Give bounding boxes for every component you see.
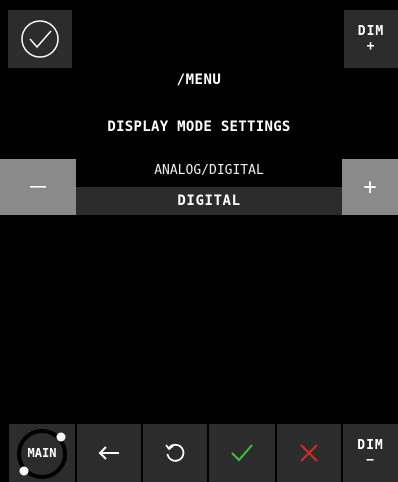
- confirm-button[interactable]: [8, 10, 72, 68]
- back-button[interactable]: [77, 424, 141, 482]
- setting-value: DIGITAL: [76, 187, 342, 215]
- setting-value-text: DIGITAL: [177, 193, 241, 209]
- rotate-ccw-icon: [165, 443, 185, 462]
- bottom-toolbar: MAIN DIM −: [0, 424, 398, 482]
- section-title: DISPLAY MODE SETTINGS: [107, 119, 291, 135]
- x-icon: [300, 444, 318, 462]
- ok-button[interactable]: [209, 424, 275, 482]
- setting-label: ANALOG/DIGITAL: [154, 163, 264, 178]
- dim-down-label: DIM: [357, 438, 384, 453]
- dim-down-button[interactable]: DIM −: [343, 424, 398, 482]
- dim-up-sign: +: [366, 39, 376, 54]
- decrement-button[interactable]: [0, 159, 76, 215]
- minus-icon: [30, 186, 46, 188]
- main-button[interactable]: MAIN: [9, 424, 75, 482]
- dim-up-button[interactable]: DIM +: [344, 10, 398, 68]
- reset-button[interactable]: [143, 424, 207, 482]
- increment-button[interactable]: +: [342, 159, 398, 215]
- main-label: MAIN: [27, 446, 57, 460]
- menu-path: /MENU: [176, 72, 222, 88]
- cancel-button[interactable]: [277, 424, 341, 482]
- dim-down-sign: −: [366, 453, 375, 468]
- check-circle-icon: [21, 20, 59, 58]
- plus-label: +: [363, 174, 377, 200]
- check-icon: [231, 444, 253, 462]
- dim-up-label: DIM: [357, 24, 385, 39]
- arrow-left-icon: [98, 446, 119, 460]
